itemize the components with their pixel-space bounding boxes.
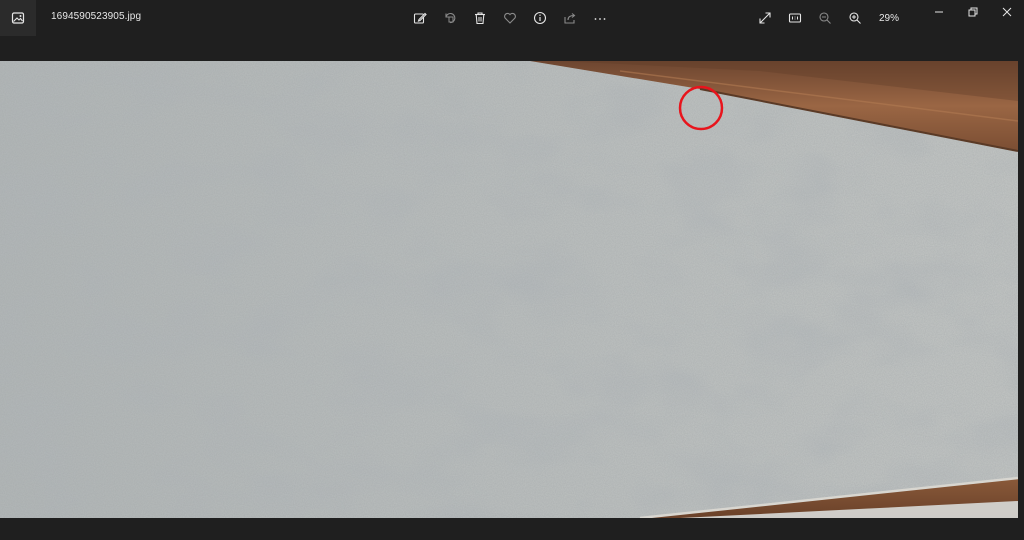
photos-app-icon bbox=[11, 12, 25, 24]
minimize-button[interactable] bbox=[922, 0, 956, 24]
expand-icon bbox=[759, 12, 771, 24]
rotate-icon bbox=[445, 13, 456, 24]
more-icon bbox=[594, 18, 606, 20]
close-icon bbox=[1002, 7, 1012, 17]
file-info-button[interactable] bbox=[525, 8, 555, 28]
photo-image bbox=[0, 61, 1018, 518]
file-name: 1694590523905.jpg bbox=[51, 11, 142, 22]
maximize-button[interactable] bbox=[956, 0, 990, 24]
photos-viewer-window: 1694590523905.jpg 29% bbox=[0, 0, 1024, 540]
info-icon bbox=[533, 11, 547, 25]
photo-canvas[interactable] bbox=[0, 61, 1018, 518]
delete-button[interactable] bbox=[465, 8, 495, 28]
right-gutter bbox=[1018, 61, 1024, 518]
edit-image-button[interactable] bbox=[405, 8, 435, 28]
share-button[interactable] bbox=[555, 8, 585, 28]
view-toolbar: 29% bbox=[750, 8, 904, 28]
favorite-button[interactable] bbox=[495, 8, 525, 28]
heart-icon bbox=[504, 12, 516, 24]
close-button[interactable] bbox=[990, 0, 1024, 24]
edit-pen-icon bbox=[413, 12, 427, 24]
more-options-button[interactable] bbox=[585, 8, 615, 28]
rotate-button[interactable] bbox=[435, 8, 465, 28]
share-icon bbox=[564, 13, 576, 24]
window-controls bbox=[922, 0, 1024, 24]
zoom-out-button[interactable] bbox=[810, 8, 840, 28]
zoom-in-icon bbox=[849, 12, 861, 24]
main-toolbar bbox=[405, 8, 615, 28]
actual-size-button[interactable] bbox=[780, 8, 810, 28]
zoom-level[interactable]: 29% bbox=[874, 13, 904, 24]
filmstrip-bar bbox=[0, 518, 1024, 540]
title-bar: 1694590523905.jpg 29% bbox=[0, 0, 1024, 36]
restore-icon bbox=[968, 7, 978, 17]
zoom-in-button[interactable] bbox=[840, 8, 870, 28]
full-screen-button[interactable] bbox=[750, 8, 780, 28]
app-icon bbox=[0, 0, 36, 36]
minimize-icon bbox=[935, 11, 943, 13]
actual-size-icon bbox=[788, 13, 802, 23]
trash-icon bbox=[475, 12, 485, 25]
zoom-out-icon bbox=[819, 12, 831, 24]
